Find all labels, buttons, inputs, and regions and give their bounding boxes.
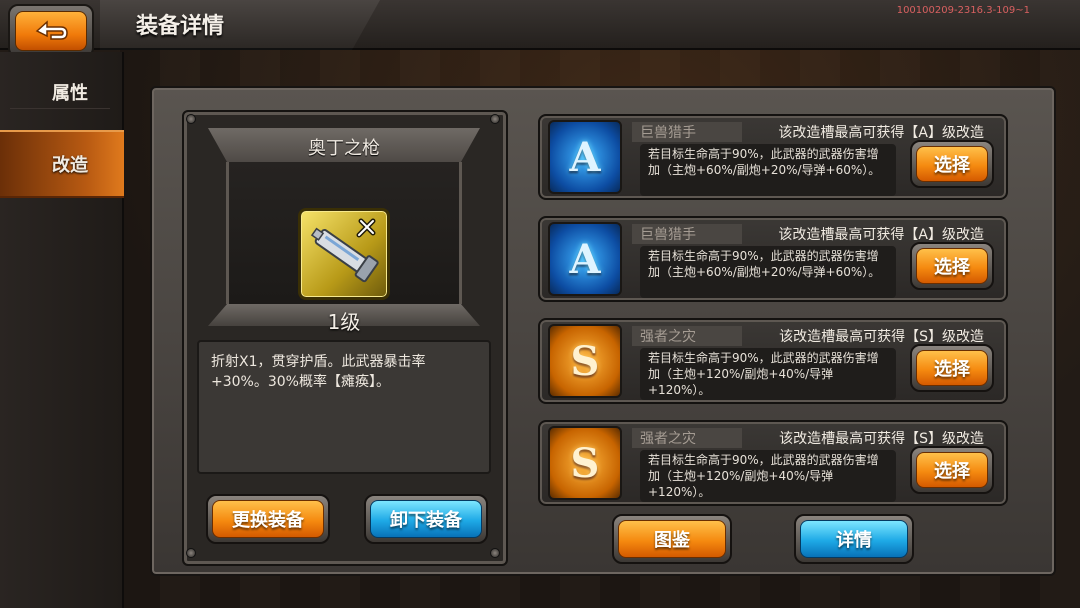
sidebar-tab-attributes[interactable]: 属性 [0, 58, 124, 126]
grade-a-badge-icon: A [548, 120, 622, 194]
screw-icon [186, 548, 196, 558]
slot-description: 若目标生命高于90%，此武器的武器伤害增加（主炮+60%/副炮+20%/导弹+6… [640, 246, 896, 298]
equipment-icon[interactable] [298, 208, 390, 300]
grade-s-badge-icon: S [548, 426, 622, 500]
mod-slot: S 强者之灾 该改造槽最高可获得【S】级改造 若目标生命高于90%，此武器的武器… [538, 420, 1008, 506]
slot-limit-text: 该改造槽最高可获得【S】级改造 [779, 431, 984, 447]
unequip-button[interactable]: 卸下装备 [364, 494, 488, 544]
screw-icon [490, 114, 500, 124]
slot-mod-name: 巨兽猎手 [632, 122, 742, 142]
back-button[interactable] [8, 4, 94, 58]
sidebar-tab-label: 属性 [52, 83, 88, 104]
mod-slot: A 巨兽猎手 该改造槽最高可获得【A】级改造 若目标生命高于90%，此武器的武器… [538, 114, 1008, 200]
select-button[interactable]: 选择 [910, 140, 994, 188]
button-label: 选择 [916, 146, 988, 182]
sidebar-tab-label: 改造 [52, 155, 88, 176]
gun-with-wrench-icon [310, 218, 379, 283]
select-button[interactable]: 选择 [910, 242, 994, 290]
button-label: 选择 [916, 248, 988, 284]
details-button[interactable]: 详情 [794, 514, 914, 564]
mod-slot: A 巨兽猎手 该改造槽最高可获得【A】级改造 若目标生命高于90%，此武器的武器… [538, 216, 1008, 302]
build-id: 100100209-2316.3-109~1 [896, 5, 1030, 16]
button-label: 详情 [800, 520, 908, 558]
screw-icon [186, 114, 196, 124]
slot-limit-text: 该改造槽最高可获得【S】级改造 [779, 329, 984, 345]
equipment-name: 奥丁之枪 [308, 138, 380, 159]
grade-a-badge-icon: A [548, 222, 622, 296]
slot-mod-name: 强者之灾 [632, 326, 742, 346]
button-label: 选择 [916, 350, 988, 386]
grade-s-badge-icon: S [548, 324, 622, 398]
screw-icon [490, 548, 500, 558]
slot-description: 若目标生命高于90%，此武器的武器伤害增加（主炮+60%/副炮+20%/导弹+6… [640, 144, 896, 196]
slot-description: 若目标生命高于90%，此武器的武器伤害增加（主炮+120%/副炮+40%/导弹+… [640, 450, 896, 502]
catalog-button[interactable]: 图鉴 [612, 514, 732, 564]
back-arrow-icon [35, 20, 68, 40]
slot-mod-name: 巨兽猎手 [632, 224, 742, 244]
slot-mod-name: 强者之灾 [632, 428, 742, 448]
slot-description: 若目标生命高于90%，此武器的武器伤害增加（主炮+120%/副炮+40%/导弹+… [640, 348, 896, 400]
button-label: 更换装备 [212, 500, 324, 538]
equipment-description-box: 折射X1，贯穿护盾。此武器暴击率+30%。30%概率【瘫痪】。 [197, 340, 491, 474]
slot-limit-text: 该改造槽最高可获得【A】级改造 [778, 125, 984, 141]
select-button[interactable]: 选择 [910, 446, 994, 494]
equipment-level: 1级 [327, 310, 361, 334]
slot-limit-text: 该改造槽最高可获得【A】级改造 [778, 227, 984, 243]
mod-slot: S 强者之灾 该改造槽最高可获得【S】级改造 若目标生命高于90%，此武器的武器… [538, 318, 1008, 404]
button-label: 卸下装备 [370, 500, 482, 538]
page-title: 装备详情 [136, 14, 225, 39]
button-label: 图鉴 [618, 520, 726, 558]
equipment-description: 折射X1，贯穿护盾。此武器暴击率+30%。30%概率【瘫痪】。 [211, 354, 426, 390]
select-button[interactable]: 选择 [910, 344, 994, 392]
sidebar-tab-modify[interactable]: 改造 [0, 130, 124, 198]
replace-equipment-button[interactable]: 更换装备 [206, 494, 330, 544]
button-label: 选择 [916, 452, 988, 488]
